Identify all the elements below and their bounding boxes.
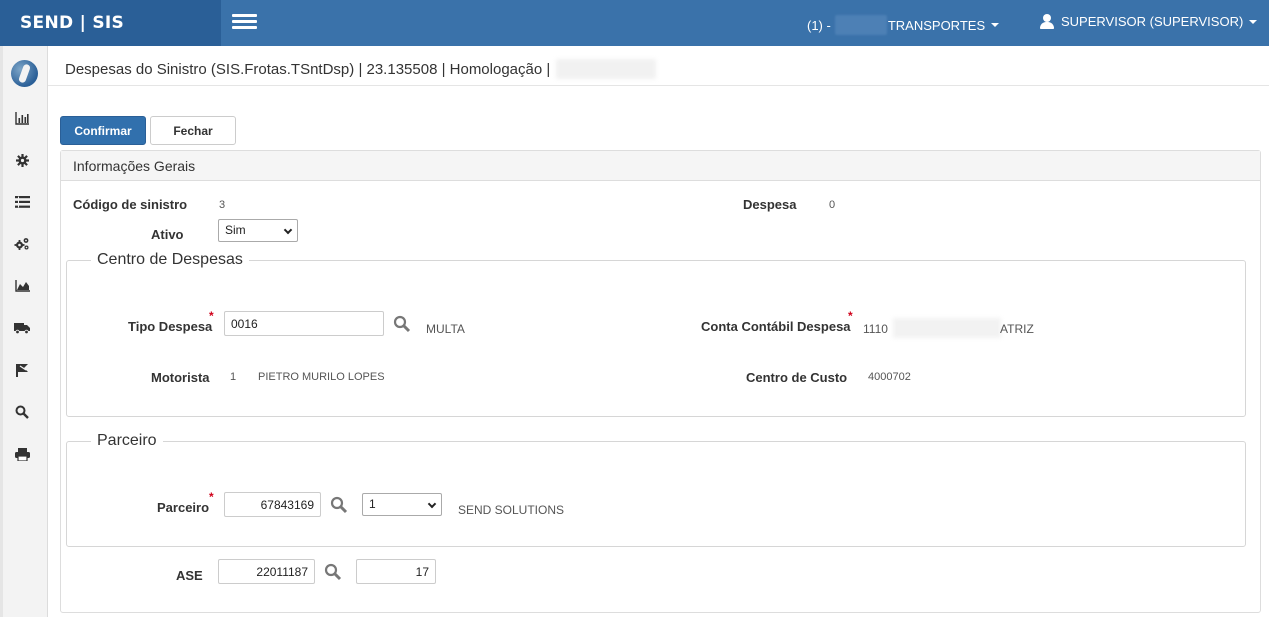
- codigo-sinistro-label: Código de sinistro: [73, 197, 188, 212]
- company-dropdown[interactable]: (1) - TRANSPORTES: [807, 15, 1000, 35]
- top-navbar: SEND | SIS (1) - TRANSPORTES SUPERVISOR …: [0, 0, 1269, 46]
- search-icon[interactable]: [330, 496, 348, 514]
- ativo-label: Ativo: [151, 227, 184, 242]
- truck-icon[interactable]: [12, 319, 32, 337]
- despesa-label: Despesa: [743, 197, 797, 212]
- ase-input[interactable]: [218, 559, 315, 584]
- parceiro-fieldset: Parceiro Parceiro * 1 SEND SOLUTIONS: [66, 432, 1246, 547]
- ase-sequence-input[interactable]: [356, 559, 436, 584]
- codigo-sinistro-value: 3: [219, 199, 226, 211]
- centro-despesas-fieldset: Centro de Despesas Tipo Despesa * MULTA …: [66, 251, 1246, 417]
- chevron-down-icon: [283, 225, 293, 235]
- search-icon[interactable]: [393, 315, 411, 333]
- parceiro-select[interactable]: 1: [362, 493, 442, 516]
- user-dropdown[interactable]: SUPERVISOR (SUPERVISOR): [1040, 14, 1258, 29]
- bar-chart-icon[interactable]: [12, 109, 32, 127]
- title-divider: [48, 85, 1269, 86]
- caret-down-icon: [991, 23, 1000, 27]
- redacted-account: [893, 318, 1001, 338]
- motorista-code: 1: [230, 371, 237, 383]
- ativo-select[interactable]: Sim: [218, 219, 298, 242]
- page-title: Despesas do Sinistro (SIS.Frotas.TSntDsp…: [65, 59, 657, 79]
- list-icon[interactable]: [12, 193, 32, 211]
- page-title-text: Despesas do Sinistro (SIS.Frotas.TSntDsp…: [65, 60, 551, 78]
- gear-icon[interactable]: [12, 151, 32, 169]
- tipo-despesa-input[interactable]: [224, 311, 384, 336]
- gears-icon[interactable]: [12, 235, 32, 253]
- required-marker: *: [209, 490, 214, 504]
- parceiro-select-value: 1: [369, 497, 376, 511]
- tipo-despesa-desc: MULTA: [426, 322, 465, 336]
- print-icon[interactable]: [12, 445, 32, 463]
- motorista-name: PIETRO MURILO LOPES: [258, 371, 385, 383]
- area-chart-icon[interactable]: [12, 277, 32, 295]
- conta-contabil-prefix: 1110: [863, 322, 888, 336]
- user-name: SUPERVISOR (SUPERVISOR): [1061, 14, 1244, 29]
- menu-toggle-icon[interactable]: [232, 14, 257, 30]
- general-info-panel: Informações Gerais Código de sinistro 3 …: [60, 150, 1261, 613]
- brand-logo[interactable]: SEND | SIS: [0, 0, 221, 46]
- parceiro-legend: Parceiro: [97, 432, 157, 449]
- user-icon: [1040, 14, 1054, 29]
- caret-down-icon: [1249, 19, 1258, 24]
- ativo-select-value: Sim: [225, 223, 246, 237]
- company-prefix: (1) -: [807, 17, 831, 33]
- search-icon[interactable]: [12, 403, 32, 421]
- parceiro-label: Parceiro: [157, 500, 210, 515]
- chevron-down-icon: [427, 499, 437, 509]
- app-logo-icon[interactable]: [11, 60, 38, 87]
- motorista-label: Motorista: [151, 370, 210, 385]
- ase-label: ASE: [176, 568, 203, 583]
- redacted-environment: [556, 59, 657, 79]
- conta-contabil-label: Conta Contábil Despesa: [701, 319, 851, 334]
- parceiro-desc: SEND SOLUTIONS: [458, 503, 565, 517]
- panel-heading: Informações Gerais: [61, 151, 1260, 181]
- redacted-company: [834, 15, 887, 35]
- tipo-despesa-label: Tipo Despesa: [128, 319, 213, 334]
- despesa-value: 0: [829, 199, 836, 211]
- required-marker: *: [209, 309, 214, 323]
- company-name: TRANSPORTES: [887, 17, 986, 33]
- required-marker: *: [848, 309, 853, 323]
- conta-contabil-suffix: ATRIZ: [1000, 322, 1034, 336]
- search-icon[interactable]: [324, 563, 342, 581]
- road-icon[interactable]: [12, 361, 32, 379]
- sidebar: [0, 46, 48, 617]
- centro-despesas-legend: Centro de Despesas: [97, 251, 243, 268]
- close-button[interactable]: Fechar: [150, 116, 236, 145]
- centro-custo-label: Centro de Custo: [746, 370, 848, 385]
- confirm-button[interactable]: Confirmar: [60, 116, 146, 145]
- parceiro-input[interactable]: [224, 492, 321, 517]
- centro-custo-value: 4000702: [868, 371, 911, 383]
